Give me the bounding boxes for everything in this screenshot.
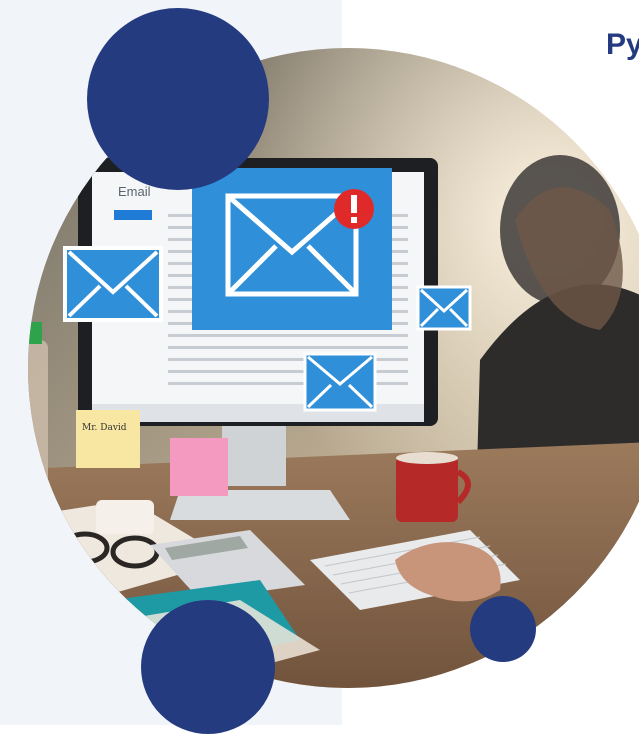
envelope-icon <box>63 246 163 322</box>
envelope-alert-icon <box>192 168 392 330</box>
envelope-icon <box>303 352 377 412</box>
sticky-note-text: Mr. David <box>82 423 127 433</box>
decorative-circle-top <box>87 8 269 190</box>
sticky-note-yellow <box>76 410 140 468</box>
decorative-circle-bottom-left <box>141 600 275 734</box>
decorative-circle-bottom-right <box>470 596 536 662</box>
envelope-icon <box>416 285 472 331</box>
screen-app-title: Email <box>118 184 151 199</box>
